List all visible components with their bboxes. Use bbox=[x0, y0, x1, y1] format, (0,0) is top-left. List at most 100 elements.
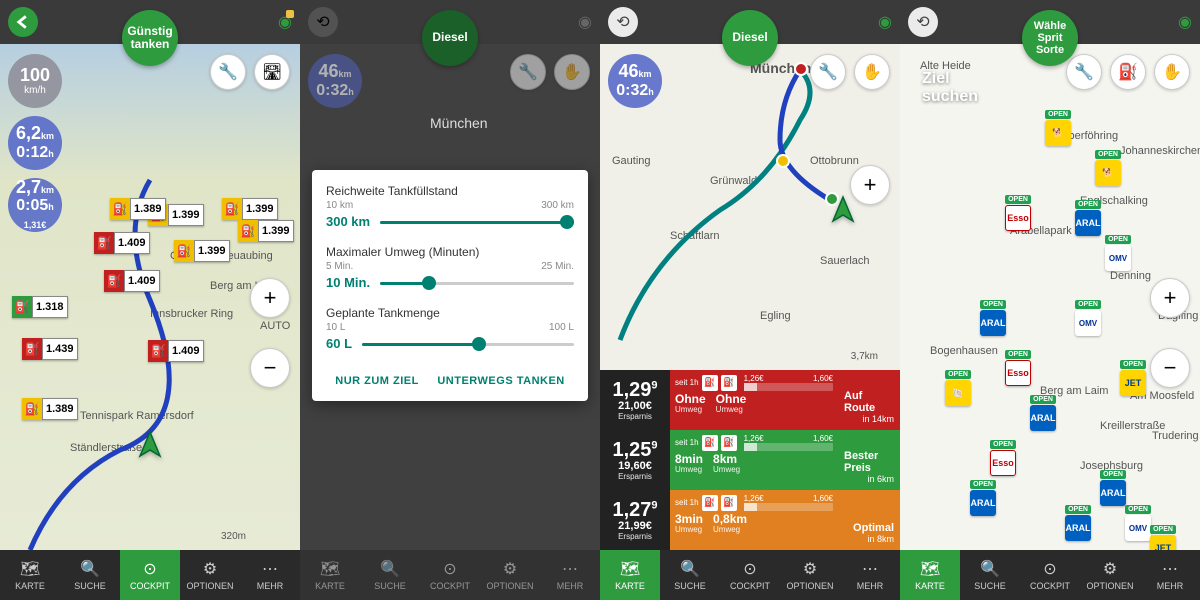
station-marker[interactable]: OPEN🐕 bbox=[1095, 150, 1121, 186]
map-place-label: Trudering bbox=[1152, 430, 1199, 442]
fuel-price-marker[interactable]: ⛽1.318 bbox=[12, 296, 68, 318]
pan-button[interactable]: ✋ bbox=[1154, 54, 1190, 90]
station-mid: seit 1h⛽⛽1,26€1,60€OhneUmwegOhneUmweg bbox=[670, 370, 838, 430]
fuel-cheap-button[interactable]: Günstig tanken bbox=[122, 10, 178, 66]
search-icon: 🔍 bbox=[680, 559, 700, 579]
road-button[interactable]: 🛣 bbox=[254, 54, 290, 90]
station-card[interactable]: 1,25919,60€Ersparnisseit 1h⛽⛽1,26€1,60€8… bbox=[600, 430, 900, 490]
fuel-price-marker[interactable]: ⛽1.399 bbox=[174, 240, 230, 262]
fuel-type-button[interactable]: Diesel bbox=[422, 10, 478, 66]
nav-cockpit[interactable]: ⊙COCKPIT bbox=[120, 550, 180, 600]
zoom-in-button[interactable]: + bbox=[850, 165, 890, 205]
price-label: 1.409 bbox=[114, 232, 150, 254]
settings-button[interactable]: 🔧 bbox=[810, 54, 846, 90]
nav-optionen[interactable]: ⚙OPTIONEN bbox=[780, 550, 840, 600]
choose-fuel-button[interactable]: Wähle Sprit Sorte bbox=[1022, 10, 1078, 66]
pan-button[interactable]: ✋ bbox=[854, 54, 890, 90]
station-marker[interactable]: OPENOMV bbox=[1125, 505, 1151, 541]
aral-logo-icon: ARAL bbox=[970, 490, 996, 516]
wifi-icon: ◉ bbox=[278, 12, 292, 32]
zoom-out-button[interactable]: − bbox=[1150, 348, 1190, 388]
station-marker[interactable]: OPENARAL bbox=[1030, 395, 1056, 431]
fuel-price-marker[interactable]: ⛽1.389 bbox=[110, 198, 166, 220]
zoom-in-button[interactable]: + bbox=[250, 278, 290, 318]
open-badge: OPEN bbox=[970, 480, 996, 489]
detour-slider[interactable] bbox=[380, 274, 574, 294]
back-button[interactable]: ⟲ bbox=[608, 7, 638, 37]
aral-logo-icon: ARAL bbox=[980, 310, 1006, 336]
detour-value: 10 Min. bbox=[326, 275, 370, 290]
fuel-on-route-button[interactable]: UNTERWEGS TANKEN bbox=[437, 375, 564, 387]
nav-mehr[interactable]: ⋯MEHR bbox=[1140, 550, 1200, 600]
settings-button[interactable]: 🔧 bbox=[210, 54, 246, 90]
open-badge: OPEN bbox=[1095, 150, 1121, 159]
fuel-price-marker[interactable]: ⛽1.409 bbox=[104, 270, 160, 292]
route-info-1[interactable]: 46km 0:32h bbox=[608, 54, 662, 108]
range-slider[interactable] bbox=[380, 213, 574, 233]
nav-karte[interactable]: 🗺KARTE bbox=[600, 550, 660, 600]
nav-suche[interactable]: 🔍SUCHE bbox=[960, 550, 1020, 600]
range-value: 300 km bbox=[326, 214, 370, 229]
station-card[interactable]: 1,27921,99€Ersparnisseit 1h⛽⛽1,26€1,60€3… bbox=[600, 490, 900, 550]
fuel-price-marker[interactable]: ⛽1.409 bbox=[94, 232, 150, 254]
open-badge: OPEN bbox=[1005, 350, 1031, 359]
back-button[interactable]: ⟲ bbox=[908, 7, 938, 37]
fuel-price-marker[interactable]: ⛽1.399 bbox=[222, 198, 278, 220]
map-place-label: Bogenhausen bbox=[930, 345, 998, 357]
nav-mehr[interactable]: ⋯MEHR bbox=[840, 550, 900, 600]
price-label: 1.439 bbox=[42, 338, 78, 360]
station-marker[interactable]: OPENARAL bbox=[970, 480, 996, 516]
nav-suche[interactable]: 🔍SUCHE bbox=[660, 550, 720, 600]
pump-icon: ⛽ bbox=[104, 270, 124, 292]
station-marker[interactable]: OPENARAL bbox=[1075, 200, 1101, 236]
route-info-1[interactable]: 6,2km 0:12h bbox=[8, 116, 62, 170]
station-marker[interactable]: OPENARAL bbox=[1100, 470, 1126, 506]
station-price: 1,25919,60€Ersparnis bbox=[600, 430, 670, 490]
wifi-icon: ◉ bbox=[1178, 12, 1192, 32]
open-badge: OPEN bbox=[1045, 110, 1071, 119]
station-marker[interactable]: OPENEsso bbox=[990, 440, 1016, 476]
open-badge: OPEN bbox=[990, 440, 1016, 449]
fuel-price-marker[interactable]: ⛽1.439 bbox=[22, 338, 78, 360]
nav-optionen[interactable]: ⚙OPTIONEN bbox=[180, 550, 240, 600]
fuel-type-button[interactable]: Diesel bbox=[722, 10, 778, 66]
open-badge: OPEN bbox=[1065, 505, 1091, 514]
station-marker[interactable]: OPENOMV bbox=[1105, 235, 1131, 271]
dialog-actions: NUR ZUM ZIEL UNTERWEGS TANKEN bbox=[326, 367, 574, 387]
nav-karte[interactable]: 🗺KARTE bbox=[900, 550, 960, 600]
station-marker[interactable]: OPEN🐕 bbox=[1045, 110, 1071, 146]
nav-cockpit[interactable]: ⊙COCKPIT bbox=[720, 550, 780, 600]
nav-suche[interactable]: 🔍SUCHE bbox=[60, 550, 120, 600]
station-marker[interactable]: OPENEsso bbox=[1005, 195, 1031, 231]
back-button[interactable] bbox=[8, 7, 38, 37]
nav-optionen[interactable]: ⚙OPTIONEN bbox=[1080, 550, 1140, 600]
fuel-price-marker[interactable]: ⛽1.399 bbox=[238, 220, 294, 242]
nav-karte: 🗺KARTE bbox=[300, 550, 360, 600]
fuel-price-marker[interactable]: ⛽1.389 bbox=[22, 398, 78, 420]
zoom-out-button[interactable]: − bbox=[250, 348, 290, 388]
info-panel: 100 km/h 6,2km 0:12h 2,7km 0:05h 1,31€ bbox=[8, 54, 62, 232]
amount-slider[interactable] bbox=[362, 335, 574, 355]
map-icon: 🗺 bbox=[20, 559, 40, 579]
settings-button[interactable]: 🔧 bbox=[1066, 54, 1102, 90]
fuel-price-marker[interactable]: ⛽1.409 bbox=[148, 340, 204, 362]
station-marker[interactable]: OPEN🐚 bbox=[945, 370, 971, 406]
station-marker[interactable]: OPENEsso bbox=[1005, 350, 1031, 386]
station-marker[interactable]: OPENARAL bbox=[1065, 505, 1091, 541]
nav-mehr[interactable]: ⋯MEHR bbox=[240, 550, 300, 600]
back-button[interactable]: ⟲ bbox=[308, 7, 338, 37]
nav-karte[interactable]: 🗺KARTE bbox=[0, 550, 60, 600]
station-marker[interactable]: OPENOMV bbox=[1075, 300, 1101, 336]
speed-unit: km/h bbox=[24, 85, 46, 96]
search-destination-label[interactable]: Ziel suchen bbox=[922, 70, 978, 105]
route-info-2[interactable]: 2,7km 0:05h 1,31€ bbox=[8, 178, 62, 232]
dest-only-button[interactable]: NUR ZUM ZIEL bbox=[335, 375, 419, 387]
station-marker[interactable]: OPENARAL bbox=[980, 300, 1006, 336]
map-place-label: Johanneskirchen bbox=[1120, 145, 1200, 157]
station-marker[interactable]: OPENJET bbox=[1120, 360, 1146, 396]
stations-button[interactable]: ⛽ bbox=[1110, 54, 1146, 90]
open-badge: OPEN bbox=[1105, 235, 1131, 244]
station-card[interactable]: 1,29921,00€Ersparnisseit 1h⛽⛽1,26€1,60€O… bbox=[600, 370, 900, 430]
nav-cockpit[interactable]: ⊙COCKPIT bbox=[1020, 550, 1080, 600]
zoom-in-button[interactable]: + bbox=[1150, 278, 1190, 318]
